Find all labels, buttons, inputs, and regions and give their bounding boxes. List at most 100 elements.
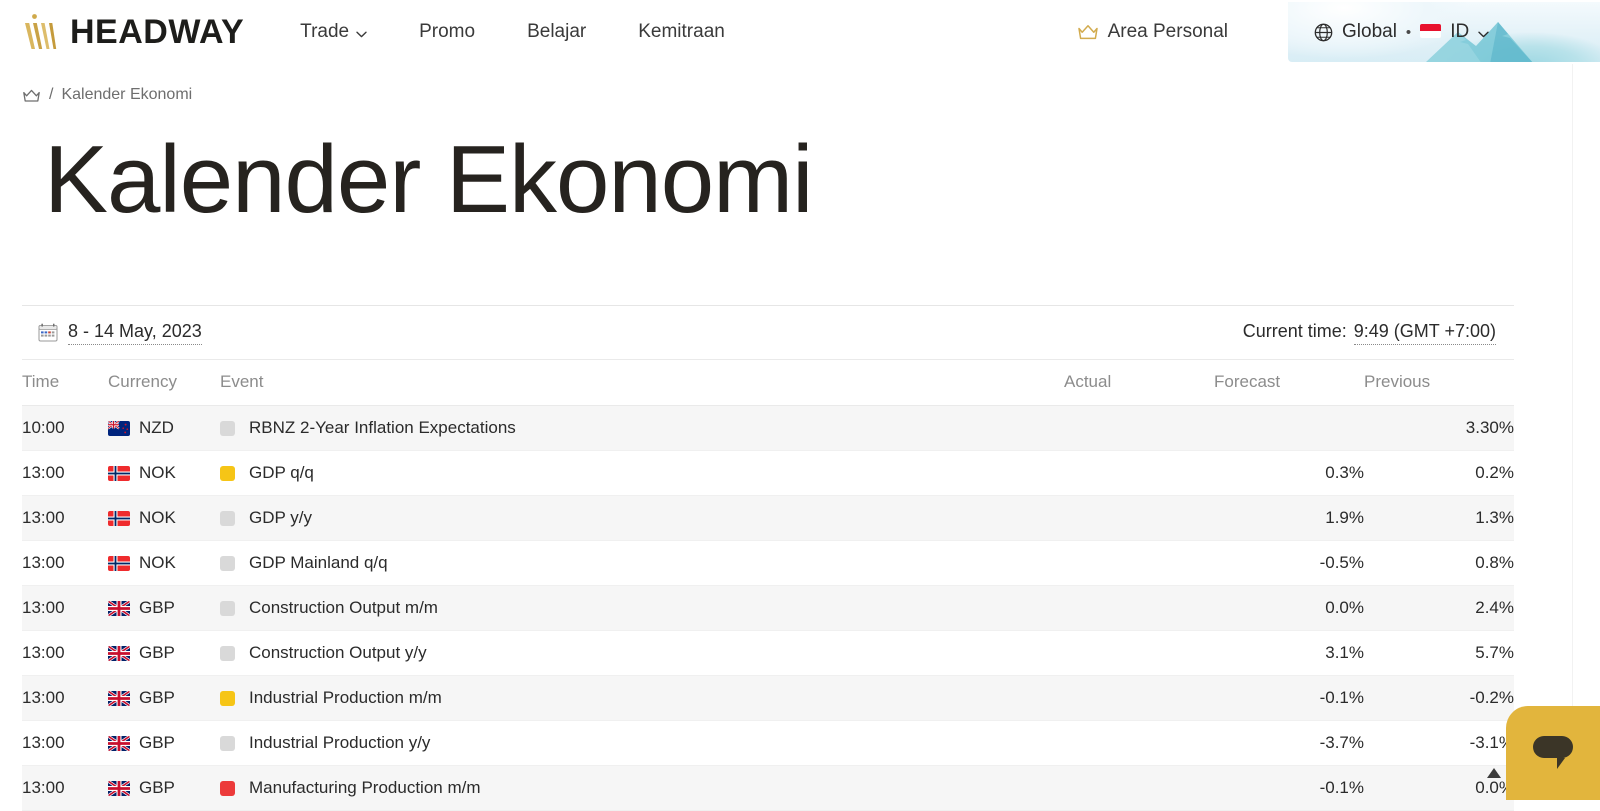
nav-item-promo-label: Promo <box>419 21 475 43</box>
nav-item-kemitraan-label: Kemitraan <box>638 21 725 43</box>
impact-medium-icon <box>220 466 235 481</box>
event-name[interactable]: GDP q/q <box>249 463 314 483</box>
cell-currency: NOK <box>108 541 220 586</box>
area-personal-button[interactable]: Area Personal <box>1077 21 1228 43</box>
cell-actual <box>1064 496 1214 541</box>
headway-logo[interactable]: HEADWAY <box>22 13 244 52</box>
globe-icon <box>1314 23 1333 42</box>
event-name[interactable]: GDP y/y <box>249 508 312 528</box>
flag-uk-icon <box>108 646 130 661</box>
flag-uk-icon <box>108 691 130 706</box>
crown-icon[interactable] <box>22 88 41 103</box>
cell-time: 13:00 <box>22 496 108 541</box>
cell-forecast: -0.1% <box>1214 676 1364 721</box>
economic-calendar-table: Time Currency Event Actual Forecast Prev… <box>22 360 1514 811</box>
event-name[interactable]: Industrial Production y/y <box>249 733 430 753</box>
impact-low-icon <box>220 421 235 436</box>
currency-code: GBP <box>139 598 175 618</box>
cell-forecast: 0.3% <box>1214 451 1364 496</box>
cell-actual <box>1064 676 1214 721</box>
date-range-picker[interactable]: 8 - 14 May, 2023 <box>38 321 202 345</box>
language-locale-label: ID <box>1450 21 1469 43</box>
table-row[interactable]: 10:00NZDRBNZ 2-Year Inflation Expectatio… <box>22 406 1514 451</box>
cell-previous: 3.30% <box>1364 406 1514 451</box>
cell-event: RBNZ 2-Year Inflation Expectations <box>220 406 1064 451</box>
chevron-down-icon <box>1478 31 1489 38</box>
language-selector[interactable]: Global • ID <box>1314 21 1489 43</box>
flag-indonesia-icon <box>1420 24 1441 38</box>
table-row[interactable]: 13:00 GBP Industrial Production m/m -0.1%-0… <box>22 676 1514 721</box>
cell-currency: NOK <box>108 496 220 541</box>
impact-low-icon <box>220 601 235 616</box>
table-row[interactable]: 13:00GBPManufacturing Production m/m-0.1… <box>22 766 1514 811</box>
impact-low-icon <box>220 646 235 661</box>
current-time: Current time: 9:49 (GMT +7:00) <box>1243 321 1496 345</box>
column-header-forecast[interactable]: Forecast <box>1214 360 1364 406</box>
table-row[interactable]: 13:00GBPIndustrial Production y/y-3.7%-3… <box>22 721 1514 766</box>
cell-actual <box>1064 721 1214 766</box>
currency-code: GBP <box>139 733 175 753</box>
nav-item-promo[interactable]: Promo <box>419 21 475 43</box>
column-header-time[interactable]: Time <box>22 360 108 406</box>
table-header: Time Currency Event Actual Forecast Prev… <box>22 360 1514 406</box>
nav-item-trade-label: Trade <box>300 21 349 43</box>
cell-currency: GBP <box>108 766 220 811</box>
table-row[interactable]: 13:00NOKGDP Mainland q/q-0.5%0.8% <box>22 541 1514 586</box>
page-right-gutter <box>1572 64 1600 800</box>
cell-event: GDP q/q <box>220 451 1064 496</box>
cell-time: 13:00 <box>22 721 108 766</box>
cell-previous: 5.7% <box>1364 631 1514 676</box>
event-name[interactable]: GDP Mainland q/q <box>249 553 388 573</box>
chat-widget-button[interactable] <box>1506 706 1600 800</box>
language-region-label: Global <box>1342 21 1397 43</box>
chevron-down-icon <box>356 31 367 38</box>
nav-item-trade[interactable]: Trade <box>300 21 367 43</box>
current-time-value[interactable]: 9:49 (GMT +7:00) <box>1354 321 1496 345</box>
cell-forecast: 0.0% <box>1214 586 1364 631</box>
table-row[interactable]: 13:00GBPConstruction Output m/m0.0%2.4% <box>22 586 1514 631</box>
impact-low-icon <box>220 511 235 526</box>
top-navigation-bar: HEADWAY Trade Promo Belajar Kemitraan Ar… <box>0 0 1600 64</box>
event-name[interactable]: Industrial Production m/m <box>249 688 442 708</box>
column-header-actual[interactable]: Actual <box>1064 360 1214 406</box>
calendar-icon <box>38 323 58 342</box>
chat-bubble-icon <box>1531 733 1575 773</box>
cell-previous: 0.2% <box>1364 451 1514 496</box>
cell-time: 13:00 <box>22 631 108 676</box>
event-name[interactable]: Construction Output y/y <box>249 643 427 663</box>
cell-previous: 1.3% <box>1364 496 1514 541</box>
table-row[interactable]: 13:00NOKGDP q/q0.3%0.2% <box>22 451 1514 496</box>
cell-actual <box>1064 406 1214 451</box>
scroll-up-button[interactable] <box>1486 766 1502 780</box>
cell-event: Construction Output y/y <box>220 631 1064 676</box>
breadcrumb: / Kalender Ekonomi <box>22 86 1600 104</box>
column-header-event[interactable]: Event <box>220 360 1064 406</box>
currency-code: GBP <box>139 688 175 708</box>
currency-code: NOK <box>139 553 176 573</box>
cell-actual <box>1064 766 1214 811</box>
cell-event: Industrial Production y/y <box>220 721 1064 766</box>
cell-previous: -0.2% <box>1364 676 1514 721</box>
cell-time: 13:00 <box>22 676 108 721</box>
nav-item-belajar[interactable]: Belajar <box>527 21 586 43</box>
table-row[interactable]: 13:00NOKGDP y/y1.9%1.3% <box>22 496 1514 541</box>
breadcrumb-current[interactable]: Kalender Ekonomi <box>61 86 192 104</box>
cell-previous: -3.1% <box>1364 721 1514 766</box>
event-name[interactable]: Manufacturing Production m/m <box>249 778 481 798</box>
primary-nav-links: Trade Promo Belajar Kemitraan <box>300 21 725 43</box>
table-row[interactable]: 13:00GBPConstruction Output y/y3.1%5.7% <box>22 631 1514 676</box>
headway-logo-text: HEADWAY <box>70 13 244 52</box>
event-name[interactable]: RBNZ 2-Year Inflation Expectations <box>249 418 516 438</box>
column-header-currency[interactable]: Currency <box>108 360 220 406</box>
currency-code: GBP <box>139 643 175 663</box>
nav-item-kemitraan[interactable]: Kemitraan <box>638 21 725 43</box>
flag-norway-icon <box>108 466 130 481</box>
table-body: 10:00NZDRBNZ 2-Year Inflation Expectatio… <box>22 406 1514 811</box>
currency-code: NOK <box>139 463 176 483</box>
language-region-banner: Global • ID <box>1288 2 1600 62</box>
cell-currency: GBP <box>108 721 220 766</box>
currency-code: GBP <box>139 778 175 798</box>
event-name[interactable]: Construction Output m/m <box>249 598 438 618</box>
column-header-previous[interactable]: Previous <box>1364 360 1514 406</box>
cell-actual <box>1064 451 1214 496</box>
